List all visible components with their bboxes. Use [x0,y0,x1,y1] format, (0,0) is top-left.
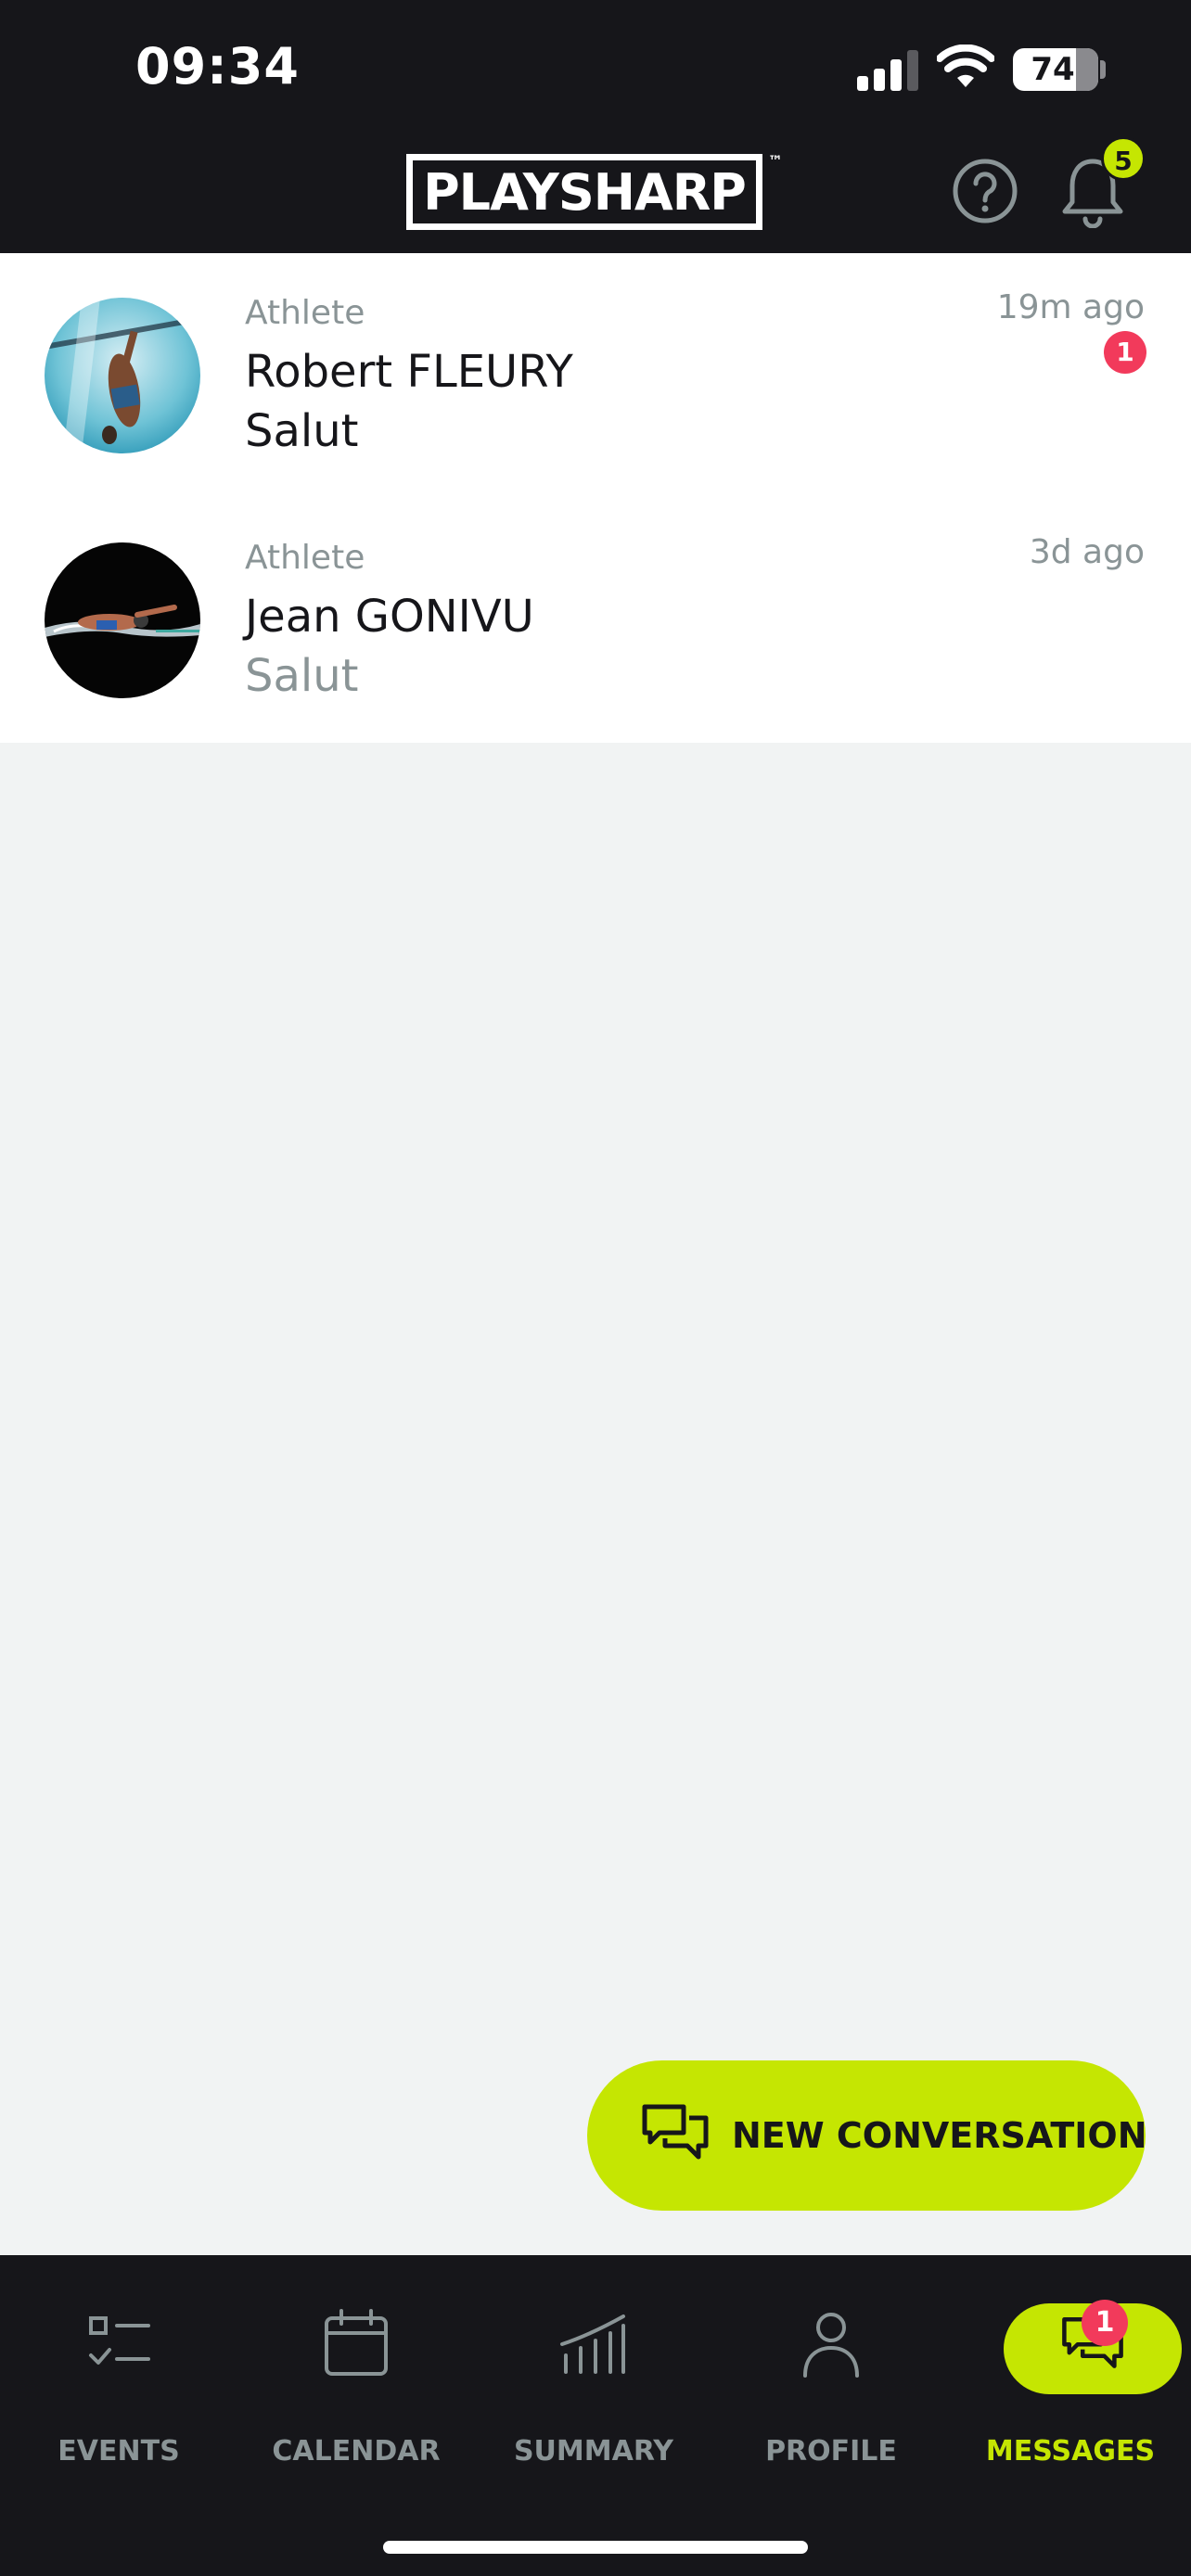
conversation-name: Jean GONIVU [245,591,534,643]
nav-label: SUMMARY [513,2435,674,2468]
person-icon [803,2313,859,2378]
wifi-icon [937,45,994,87]
conversation-preview: Salut [245,650,359,702]
conversation-preview: Salut [245,405,359,457]
logo-text-sharp: SHARP [557,162,747,222]
avatar [45,542,200,698]
chat-bubbles-icon [642,2104,709,2160]
nav-label: EVENTS [58,2435,180,2468]
home-indicator [383,2541,808,2554]
conversation-item-jean-gonivu[interactable]: Athlete Jean GONIVU Salut 3d ago [0,498,1191,743]
messages-badge: 1 [1082,2300,1128,2346]
nav-item-summary[interactable]: SUMMARY [475,2255,712,2487]
conversation-item-robert-fleury[interactable]: Athlete Robert FLEURY Salut 19m ago [0,253,1191,498]
notification-badge: 5 [1101,136,1146,181]
battery-icon: 74 [1013,48,1098,91]
new-conversation-button[interactable]: NEW CONVERSATION [587,2060,1147,2211]
battery-nub [1100,60,1106,79]
swimmer-underwater-photo [45,298,200,453]
swimmer-freestyle-photo [45,542,200,698]
nav-item-messages[interactable]: 1 MESSAGES [950,2255,1191,2487]
nav-item-profile[interactable]: PROFILE [712,2255,950,2487]
conversation-list: Athlete Robert FLEURY Salut 19m ago 1 At… [0,253,1191,743]
avatar [45,298,200,453]
conversation-time: 19m ago [996,288,1145,326]
playsharp-logo: PLAY SHARP [406,154,762,230]
cellular-signal-icon [857,50,918,91]
conversation-name: Robert FLEURY [245,346,573,398]
help-icon[interactable] [952,158,1018,224]
status-time: 09:34 [135,37,300,96]
nav-label: CALENDAR [272,2435,441,2468]
conversation-role: Athlete [245,294,365,332]
logo-text-play: PLAY [423,162,559,222]
nav-item-calendar[interactable]: CALENDAR [237,2255,475,2487]
calendar-icon [325,2309,388,2376]
logo-trademark: ™ [768,152,783,170]
conversation-time: 3d ago [1029,533,1145,571]
bar-chart-icon [560,2315,625,2374]
battery-percent: 74 [1031,51,1075,88]
bottom-navigation: EVENTS CALENDAR SUMMARY PROFILE 1 MESSAG… [0,2255,1191,2576]
unread-badge: 1 [1104,331,1146,374]
nav-label: MESSAGES [985,2435,1156,2468]
nav-label: PROFILE [765,2435,897,2468]
conversation-role: Athlete [245,539,365,577]
top-bar: 09:34 74 PLAY SHARP ™ 5 [0,0,1191,253]
nav-item-events[interactable]: EVENTS [0,2255,237,2487]
new-conversation-label: NEW CONVERSATION [732,2115,1147,2156]
checklist-icon [89,2316,150,2365]
